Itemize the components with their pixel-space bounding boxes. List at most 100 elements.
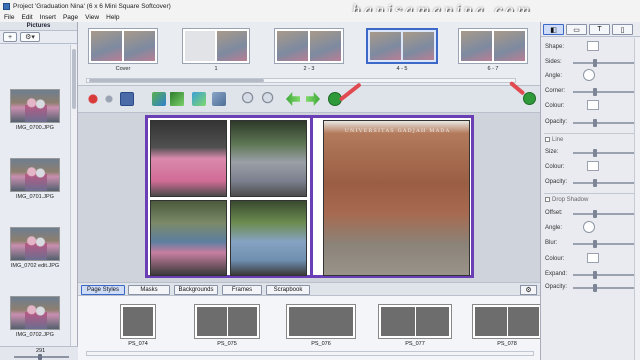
add-text-icon[interactable]: [170, 92, 184, 106]
page-thumb-4-5[interactable]: 4 - 5: [366, 28, 438, 72]
page-spread[interactable]: UNIVERSITAS GADJAH MADA: [145, 115, 474, 278]
drop-shadow-checkbox[interactable]: Drop Shadow: [545, 197, 588, 203]
menu-edit[interactable]: Edit: [21, 14, 32, 21]
save-icon[interactable]: [120, 92, 134, 106]
sides-slider[interactable]: [573, 59, 635, 67]
page-styles-scrollbar[interactable]: [86, 351, 534, 356]
next-arrow-icon[interactable]: [306, 92, 320, 106]
page-thumb-label: 6 - 7: [487, 66, 499, 72]
page-thumb-2-3[interactable]: 2 - 3: [274, 28, 344, 72]
pictures-settings-button[interactable]: ⚙▾: [20, 32, 40, 42]
page-style-thumb: [286, 304, 356, 339]
page-style-item[interactable]: PS_074: [120, 304, 156, 347]
page-thumb-6-7[interactable]: 6 - 7: [458, 28, 528, 72]
shadow-colour-swatch[interactable]: [587, 253, 599, 263]
tab-scrapbook[interactable]: Scrapbook: [266, 285, 310, 295]
tab-backgrounds[interactable]: Backgrounds: [174, 285, 218, 295]
undo-icon[interactable]: [102, 92, 116, 106]
expand-slider[interactable]: [573, 271, 635, 279]
page-style-label: PS_075: [217, 341, 237, 347]
shadow-opacity-label: Opacity:: [545, 284, 568, 290]
shopping-cart-icon[interactable]: [523, 92, 536, 105]
page-style-item[interactable]: PS_077: [378, 304, 452, 347]
picture-item[interactable]: IMG_0702.JPG: [10, 296, 60, 338]
scroll-thumb[interactable]: [89, 79, 264, 82]
library-settings-button[interactable]: ⚙: [520, 285, 537, 295]
page-style-item[interactable]: PS_075: [194, 304, 260, 347]
page-style-label: PS_074: [128, 341, 148, 347]
page-thumb-photo: [124, 31, 155, 61]
page-thumb-photo: [494, 31, 525, 61]
text-icon[interactable]: T: [589, 24, 610, 35]
page-styles-panel: PS_074 PS_075 PS_076 PS_077 PS_078: [78, 296, 542, 360]
colour-swatch[interactable]: [587, 100, 599, 110]
size-label: Size:: [545, 149, 559, 155]
size-slider[interactable]: [573, 149, 635, 157]
photo-edit-icon[interactable]: [212, 92, 226, 106]
blur-slider[interactable]: [573, 240, 635, 248]
slider-knob[interactable]: [593, 149, 597, 157]
photo-frame[interactable]: [230, 120, 307, 197]
record-icon[interactable]: [86, 92, 100, 106]
checkbox-box[interactable]: [545, 197, 550, 202]
style-cell: [197, 307, 227, 336]
picture-item[interactable]: IMG_0702 edit.JPG: [10, 227, 60, 269]
slider-knob[interactable]: [593, 240, 597, 248]
add-picture-button[interactable]: +: [3, 32, 17, 42]
page-thumb-photo: [217, 31, 247, 61]
shape-picker[interactable]: [587, 41, 599, 51]
add-page-icon[interactable]: [152, 92, 166, 106]
slider-knob[interactable]: [593, 88, 597, 96]
line-colour-label: Colour:: [545, 164, 565, 170]
page-style-item[interactable]: PS_078: [472, 304, 542, 347]
offset-slider[interactable]: [573, 210, 635, 218]
previous-arrow-icon[interactable]: [286, 92, 300, 106]
slider-knob[interactable]: [593, 179, 597, 187]
page-thumb-cover[interactable]: Cover: [88, 28, 158, 72]
opacity-slider[interactable]: [573, 119, 635, 127]
zoom-out-icon[interactable]: [242, 92, 256, 106]
shadow-opacity-slider[interactable]: [573, 284, 635, 292]
page-strip-scrollbar[interactable]: [86, 78, 516, 83]
angle-dial[interactable]: [583, 69, 595, 81]
line-opacity-slider[interactable]: [573, 179, 635, 187]
photo-frame[interactable]: [150, 200, 227, 276]
slider-knob[interactable]: [593, 271, 597, 279]
add-image-icon[interactable]: [192, 92, 206, 106]
menu-page[interactable]: Page: [63, 14, 78, 21]
picture-item[interactable]: IMG_0700.JPG: [10, 89, 60, 131]
shape-icon[interactable]: ◧: [543, 24, 564, 35]
slider-knob[interactable]: [593, 59, 597, 67]
tab-page-styles[interactable]: Page Styles: [81, 285, 125, 295]
pictures-footer: 291: [0, 346, 78, 360]
frame-icon[interactable]: ▭: [566, 24, 587, 35]
tab-masks[interactable]: Masks: [128, 285, 170, 295]
line-checkbox[interactable]: Line: [545, 137, 563, 143]
shadow-angle-dial[interactable]: [583, 221, 595, 233]
page-thumb-1[interactable]: 1: [182, 28, 250, 72]
slider-knob[interactable]: [593, 284, 597, 292]
pictures-scrollbar[interactable]: [70, 45, 77, 347]
scroll-thumb[interactable]: [72, 49, 76, 109]
page-thumb-frame-selected: [366, 28, 438, 64]
slider-knob[interactable]: [593, 119, 597, 127]
page-style-item[interactable]: PS_076: [286, 304, 356, 347]
picture-item[interactable]: IMG_0701.JPG: [10, 158, 60, 200]
page-thumb-photo: [310, 31, 341, 61]
line-colour-swatch[interactable]: [587, 161, 599, 171]
photo-frame[interactable]: [230, 200, 307, 276]
photo-frame[interactable]: UNIVERSITAS GADJAH MADA: [323, 120, 470, 276]
menu-view[interactable]: View: [85, 14, 99, 21]
menu-file[interactable]: File: [4, 14, 14, 21]
menu-insert[interactable]: Insert: [40, 14, 56, 21]
photo-frame[interactable]: [150, 120, 227, 197]
corner-slider[interactable]: [573, 88, 635, 96]
thumbnail-zoom-knob[interactable]: [38, 354, 42, 360]
properties-scrollbar[interactable]: [634, 38, 640, 360]
slider-knob[interactable]: [593, 210, 597, 218]
page-icon[interactable]: ▯: [612, 24, 633, 35]
checkbox-box[interactable]: [545, 137, 550, 142]
menu-help[interactable]: Help: [106, 14, 119, 21]
tab-frames[interactable]: Frames: [222, 285, 262, 295]
zoom-in-icon[interactable]: [262, 92, 276, 106]
